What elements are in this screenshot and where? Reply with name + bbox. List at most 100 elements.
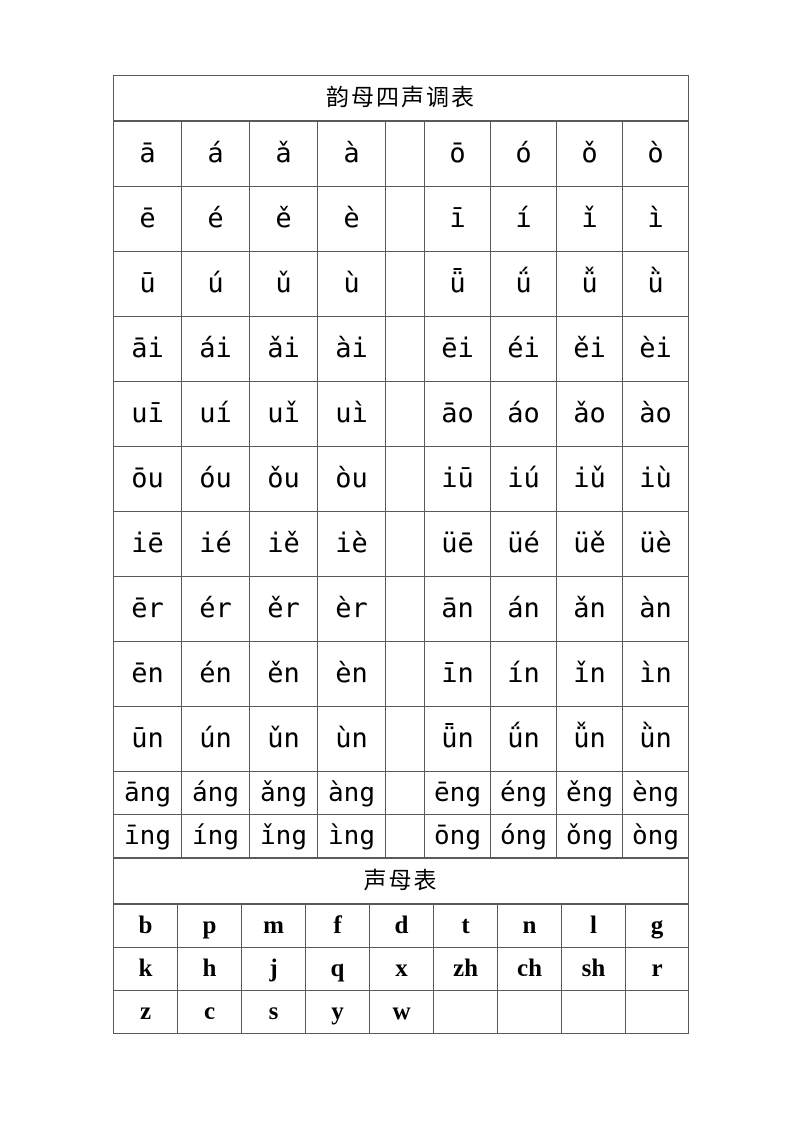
final-cell: üē — [424, 511, 491, 577]
initial-cell: g — [625, 904, 689, 948]
finals-spacer-cell — [385, 251, 425, 317]
final-cell: üè — [622, 511, 689, 577]
initial-cell: c — [177, 990, 242, 1034]
final-cell: ā — [113, 121, 182, 187]
final-cell: ěng — [556, 771, 623, 815]
final-cell: īng — [113, 814, 182, 858]
initial-cell: z — [113, 990, 178, 1034]
final-cell: ù — [317, 251, 386, 317]
final-cell: ǔ — [249, 251, 318, 317]
final-cell: ěn — [249, 641, 318, 707]
final-cell: üé — [490, 511, 557, 577]
final-cell: ié — [181, 511, 250, 577]
final-cell: ō — [424, 121, 491, 187]
final-cell: ào — [622, 381, 689, 447]
initial-cell: sh — [561, 947, 626, 991]
final-cell: ēng — [424, 771, 491, 815]
final-cell: ǘ — [490, 251, 557, 317]
final-cell: ǐng — [249, 814, 318, 858]
final-cell: üě — [556, 511, 623, 577]
final-cell: uí — [181, 381, 250, 447]
finals-table-title: 韵母四声调表 — [112, 75, 690, 121]
initials-title-body: 声母表 — [112, 858, 690, 904]
final-cell: í — [490, 186, 557, 252]
final-cell: ìn — [622, 641, 689, 707]
finals-table-body: 韵母四声调表 — [112, 75, 690, 121]
final-cell: ēi — [424, 316, 491, 382]
final-cell: òng — [622, 814, 689, 858]
initial-cell-empty — [561, 990, 626, 1034]
final-cell: ǎ — [249, 121, 318, 187]
final-cell: éng — [490, 771, 557, 815]
final-cell: ér — [181, 576, 250, 642]
finals-table-row: āng áng ǎng àng ēng éng ěng èng — [113, 771, 689, 815]
final-cell: ái — [181, 316, 250, 382]
final-cell: iè — [317, 511, 386, 577]
final-cell: ū — [113, 251, 182, 317]
final-cell: ì — [622, 186, 689, 252]
final-cell: ōng — [424, 814, 491, 858]
finals-table-row: āi ái ǎi ài ēi éi ěi èi — [113, 316, 689, 382]
initial-cell: b — [113, 904, 178, 948]
finals-four-tones-table: 韵母四声调表 — [112, 75, 690, 121]
finals-title-row: 韵母四声调表 — [112, 75, 690, 121]
finals-spacer-cell — [385, 706, 425, 772]
final-cell: ún — [181, 706, 250, 772]
finals-spacer-cell — [385, 576, 425, 642]
initial-cell: w — [369, 990, 434, 1034]
final-cell: ǎi — [249, 316, 318, 382]
initial-cell: x — [369, 947, 434, 991]
final-cell: én — [181, 641, 250, 707]
initial-cell: n — [497, 904, 562, 948]
final-cell: iě — [249, 511, 318, 577]
initials-table-title: 声母表 — [112, 858, 690, 904]
initials-table: 声母表 — [112, 858, 690, 904]
final-cell: ī — [424, 186, 491, 252]
final-cell: ǔn — [249, 706, 318, 772]
finals-table-row: iē ié iě iè üē üé üě üè — [113, 511, 689, 577]
initial-cell: s — [241, 990, 306, 1034]
final-cell: ǒ — [556, 121, 623, 187]
initial-cell: m — [241, 904, 306, 948]
initial-cell: q — [305, 947, 370, 991]
final-cell: ú — [181, 251, 250, 317]
initial-cell: zh — [433, 947, 498, 991]
finals-table-row: ūn ún ǔn ùn ǖn ǘn ǚn ǜn — [113, 706, 689, 772]
final-cell: ē — [113, 186, 182, 252]
finals-four-tones-grid: āáǎà ōóǒòēéěè īíǐìūúǔù ǖ ǘ ǚ ǜ āi ái ǎi ài ēi éi… — [113, 121, 689, 858]
initial-cell: ch — [497, 947, 562, 991]
final-cell: ǎo — [556, 381, 623, 447]
final-cell: èr — [317, 576, 386, 642]
final-cell: òu — [317, 446, 386, 512]
final-cell: é — [181, 186, 250, 252]
final-cell: ìng — [317, 814, 386, 858]
finals-spacer-cell — [385, 446, 425, 512]
final-cell: āi — [113, 316, 182, 382]
initial-cell: t — [433, 904, 498, 948]
final-cell: āng — [113, 771, 182, 815]
final-cell: ān — [424, 576, 491, 642]
finals-table-row: ēr ér ěr èr ān án ǎn àn — [113, 576, 689, 642]
final-cell: ò — [622, 121, 689, 187]
final-cell: ǖ — [424, 251, 491, 317]
final-cell: èn — [317, 641, 386, 707]
initial-cell: f — [305, 904, 370, 948]
final-cell: íng — [181, 814, 250, 858]
final-cell: iē — [113, 511, 182, 577]
page-canvas: 韵母四声调表 āáǎà ōóǒòēéěè īíǐìūúǔù ǖ ǘ ǚ ǜ āi ái ǎi… — [0, 0, 800, 1132]
pinyin-tables-container: 韵母四声调表 āáǎà ōóǒòēéěè īíǐìūúǔù ǖ ǘ ǚ ǜ āi ái ǎi… — [112, 75, 690, 1034]
initial-cell-empty — [433, 990, 498, 1034]
final-cell: ǚn — [556, 706, 623, 772]
final-cell: iǔ — [556, 446, 623, 512]
final-cell: ǎn — [556, 576, 623, 642]
final-cell: óu — [181, 446, 250, 512]
final-cell: uǐ — [249, 381, 318, 447]
initials-grid: b p m f d t n l g k h j q x zh ch sh r z c s y w — [113, 904, 689, 1034]
initials-table-row: bpmfdtnlg — [113, 904, 689, 948]
final-cell: ěi — [556, 316, 623, 382]
final-cell: iù — [622, 446, 689, 512]
initials-rows-body: b p m f d t n l g k h j q x zh ch sh r z c s y w — [113, 904, 689, 1034]
finals-table-row: ōu óu ǒu òu iū iú iǔ iù — [113, 446, 689, 512]
finals-table-row: ēn én ěn èn īn ín ǐn ìn — [113, 641, 689, 707]
initial-cell: l — [561, 904, 626, 948]
